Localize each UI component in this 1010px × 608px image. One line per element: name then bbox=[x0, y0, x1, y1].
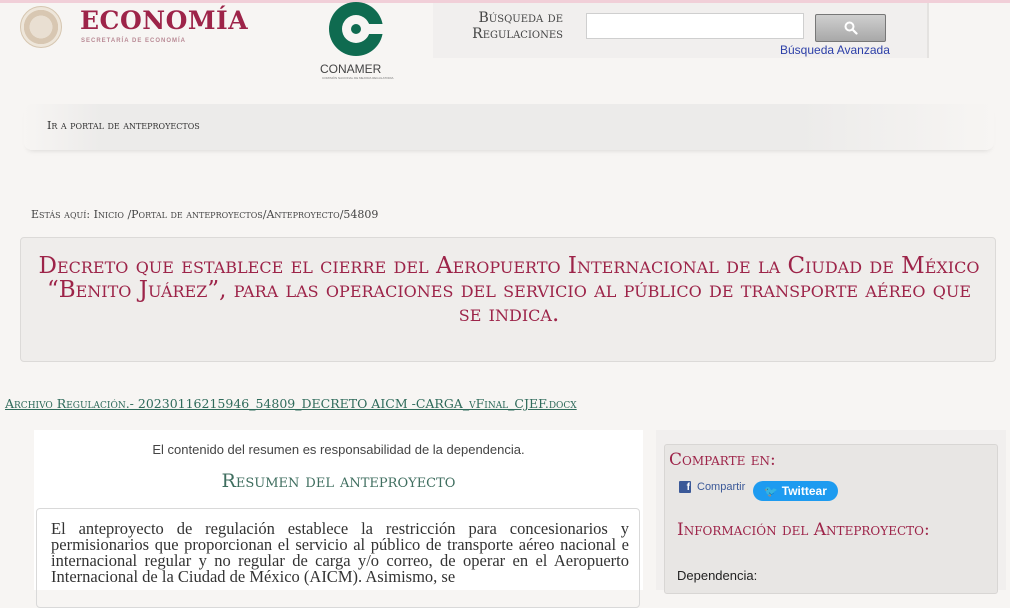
search-panel: Búsqueda de Regulaciones Búsqueda Avanza… bbox=[433, 3, 929, 58]
national-seal-icon bbox=[20, 6, 62, 48]
sidebar-card: Comparte en: f Compartir 🐦 Twittear Info… bbox=[664, 444, 998, 594]
twitter-share-button[interactable]: 🐦 Twittear bbox=[753, 481, 838, 501]
search-label-line1: Búsqueda de bbox=[478, 10, 564, 26]
portal-anteproyectos-link[interactable]: Ir a portal de anteproyectos bbox=[47, 119, 200, 132]
summary-heading: Resumen del anteproyecto bbox=[221, 470, 456, 492]
share-title: Comparte en: bbox=[669, 450, 776, 470]
info-title: Información del Anteproyecto: bbox=[677, 520, 930, 540]
conamer-logo[interactable]: CONAMER COMISIÓN NACIONAL DE MEJORA REGU… bbox=[318, 2, 396, 82]
facebook-icon: f bbox=[679, 481, 691, 493]
summary-panel: El contenido del resumen es responsabili… bbox=[34, 430, 643, 608]
search-button[interactable] bbox=[815, 14, 886, 42]
search-label: Búsqueda de Regulaciones bbox=[447, 10, 563, 42]
page-title: Decreto que establece el cierre del Aero… bbox=[38, 253, 980, 327]
search-label-line2: Regulaciones bbox=[472, 26, 563, 42]
conamer-name: CONAMER bbox=[320, 62, 382, 76]
facebook-share-button[interactable]: f Compartir bbox=[679, 481, 745, 493]
nav-bar: Ir a portal de anteproyectos bbox=[24, 104, 994, 150]
regulation-file-link[interactable]: Archivo Regulación.- 20230116215946_5480… bbox=[5, 396, 577, 411]
title-box: Decreto que establece el cierre del Aero… bbox=[20, 237, 996, 362]
economia-title: ECONOMÍA bbox=[80, 6, 249, 35]
summary-box: El anteproyecto de regulación establece … bbox=[36, 508, 640, 608]
advanced-search-link[interactable]: Búsqueda Avanzada bbox=[780, 43, 890, 57]
economia-subtitle: SECRETARÍA DE ECONOMÍA bbox=[81, 38, 187, 44]
summary-text: El anteproyecto de regulación establece … bbox=[51, 519, 629, 586]
twitter-bird-icon: 🐦 bbox=[764, 485, 778, 498]
conamer-ring-icon bbox=[329, 2, 386, 56]
facebook-share-label: Compartir bbox=[697, 481, 746, 493]
breadcrumb: Estás aquí: Inicio /Portal de anteproyec… bbox=[31, 208, 379, 221]
sidebar-panel: Comparte en: f Compartir 🐦 Twittear Info… bbox=[656, 430, 1006, 594]
search-input[interactable] bbox=[586, 13, 804, 39]
summary-disclaimer: El contenido del resumen es responsabili… bbox=[152, 442, 525, 457]
dependencia-label: Dependencia: bbox=[677, 568, 758, 583]
economia-logo[interactable]: ECONOMÍA SECRETARÍA DE ECONOMÍA bbox=[20, 6, 280, 50]
conamer-fullname: COMISIÓN NACIONAL DE MEJORA REGULATORIA bbox=[322, 76, 394, 80]
search-icon bbox=[844, 21, 858, 35]
twitter-share-label: Twittear bbox=[781, 484, 827, 498]
